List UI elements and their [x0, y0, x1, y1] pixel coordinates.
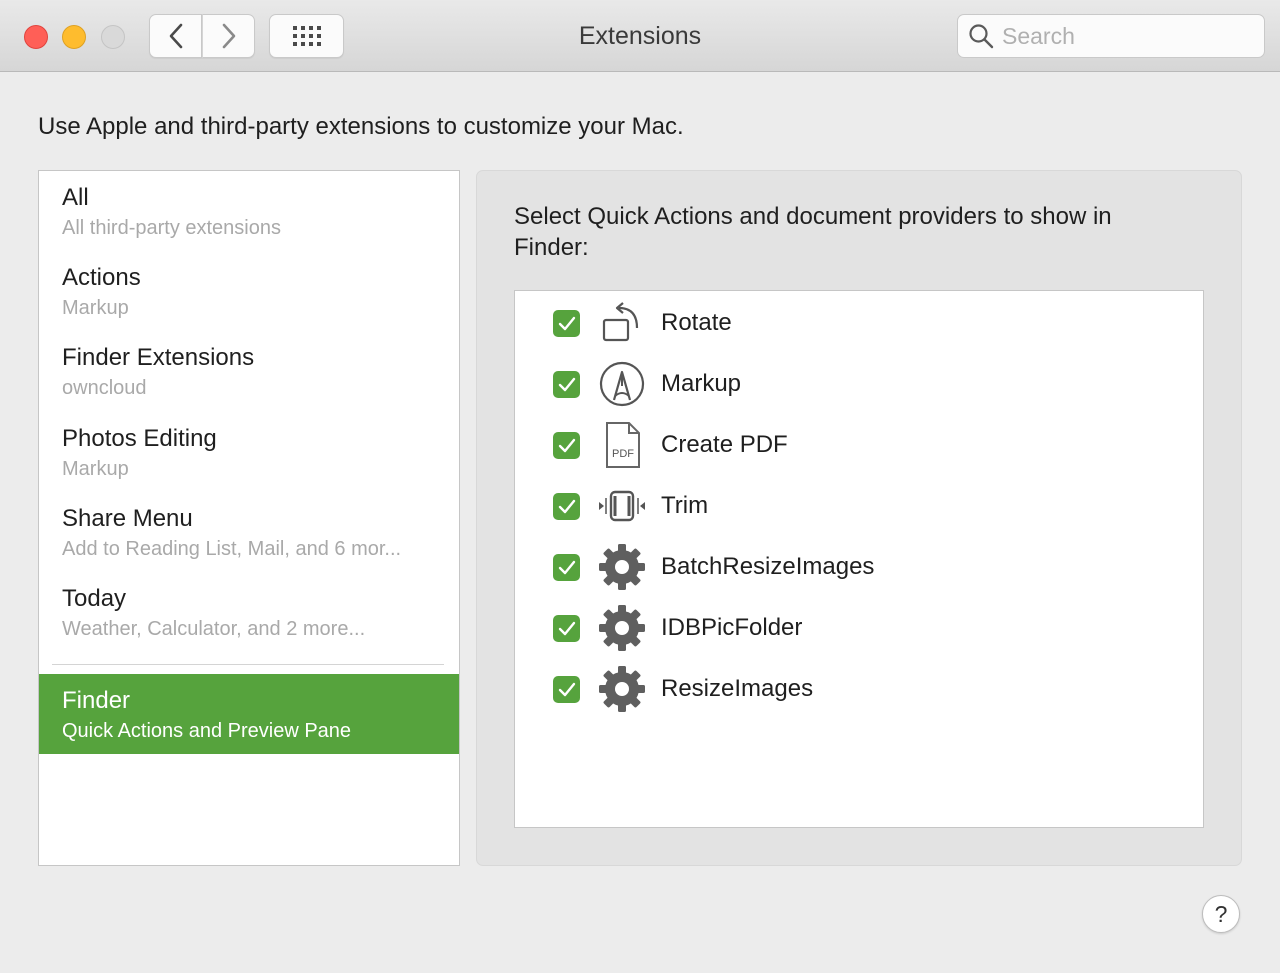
action-label: ResizeImages: [661, 675, 814, 702]
sidebar-item-name: Today: [62, 585, 127, 612]
quick-actions-list: Rotate Markup PDF Create PDF Trim BatchR…: [514, 290, 1204, 828]
sidebar-item-finder-extensions[interactable]: Finder Extensions owncloud: [39, 331, 459, 411]
pdf-document-icon: PDF: [597, 420, 647, 470]
sidebar-item-name: All: [62, 184, 89, 211]
action-label: Trim: [661, 492, 709, 519]
markup-checkbox[interactable]: [553, 371, 580, 398]
sidebar-item-name: Actions: [62, 264, 141, 291]
action-label: Rotate: [661, 309, 732, 336]
gear-icon: [597, 603, 647, 653]
sidebar-item-subtitle: Markup: [62, 297, 129, 319]
sidebar-item-today[interactable]: Today Weather, Calculator, and 2 more...: [39, 572, 459, 652]
checkmark-icon: [558, 438, 575, 452]
sidebar-item-name: Share Menu: [62, 505, 193, 532]
sidebar-item-subtitle: Add to Reading List, Mail, and 6 mor...: [62, 538, 402, 560]
list-item-create-pdf: PDF Create PDF: [515, 420, 1201, 470]
sidebar-item-subtitle: All third-party extensions: [62, 217, 281, 239]
checkmark-icon: [558, 560, 575, 574]
sidebar-item-share-menu[interactable]: Share Menu Add to Reading List, Mail, an…: [39, 492, 459, 572]
sidebar-item-subtitle: Quick Actions and Preview Pane: [62, 720, 352, 742]
pdf-icon-text: PDF: [612, 448, 634, 460]
search-field[interactable]: [957, 14, 1265, 58]
gear-icon: [597, 664, 647, 714]
checkmark-icon: [558, 682, 575, 696]
markup-icon: [597, 359, 647, 409]
action-label: Markup: [661, 370, 742, 397]
checkmark-icon: [558, 621, 575, 635]
checkmark-icon: [558, 377, 575, 391]
list-item-idbpicfolder: IDBPicFolder: [515, 603, 1201, 653]
help-button[interactable]: ?: [1202, 895, 1240, 933]
search-icon: [969, 24, 994, 49]
title-bar: Extensions: [0, 0, 1280, 72]
list-item-rotate: Rotate: [515, 298, 1201, 348]
trim-icon: [597, 481, 647, 531]
list-item-batchresizeimages: BatchResizeImages: [515, 542, 1201, 592]
sidebar-item-finder[interactable]: Finder Quick Actions and Preview Pane: [39, 674, 459, 754]
checkmark-icon: [558, 499, 575, 513]
sidebar-item-actions[interactable]: Actions Markup: [39, 251, 459, 331]
extensions-sidebar: All All third-party extensions Actions M…: [38, 170, 460, 866]
list-item-markup: Markup: [515, 359, 1201, 409]
idbpicfolder-checkbox[interactable]: [553, 615, 580, 642]
rotate-checkbox[interactable]: [553, 310, 580, 337]
action-label: IDBPicFolder: [661, 614, 803, 641]
sidebar-item-name: Photos Editing: [62, 425, 217, 452]
finder-actions-panel: Select Quick Actions and document provid…: [476, 170, 1242, 866]
action-label: Create PDF: [661, 431, 788, 458]
sidebar-item-subtitle: owncloud: [62, 377, 147, 399]
sidebar-item-photos-editing[interactable]: Photos Editing Markup: [39, 412, 459, 492]
rotate-icon: [597, 298, 647, 348]
list-item-resizeimages: ResizeImages: [515, 664, 1201, 714]
sidebar-item-name: Finder Extensions: [62, 344, 255, 371]
checkmark-icon: [558, 316, 575, 330]
batchresizeimages-checkbox[interactable]: [553, 554, 580, 581]
trim-checkbox[interactable]: [553, 493, 580, 520]
search-input[interactable]: [1002, 22, 1252, 50]
sidebar-item-all[interactable]: All All third-party extensions: [39, 171, 459, 251]
action-label: BatchResizeImages: [661, 553, 875, 580]
sidebar-item-subtitle: Markup: [62, 458, 129, 480]
resizeimages-checkbox[interactable]: [553, 676, 580, 703]
sidebar-item-name: Finder: [62, 687, 131, 714]
panel-heading: Select Quick Actions and document provid…: [514, 203, 1112, 261]
page-description: Use Apple and third-party extensions to …: [38, 113, 684, 140]
sidebar-divider: [52, 664, 444, 665]
sidebar-item-subtitle: Weather, Calculator, and 2 more...: [62, 618, 366, 640]
create-pdf-checkbox[interactable]: [553, 432, 580, 459]
list-item-trim: Trim: [515, 481, 1201, 531]
gear-icon: [597, 542, 647, 592]
